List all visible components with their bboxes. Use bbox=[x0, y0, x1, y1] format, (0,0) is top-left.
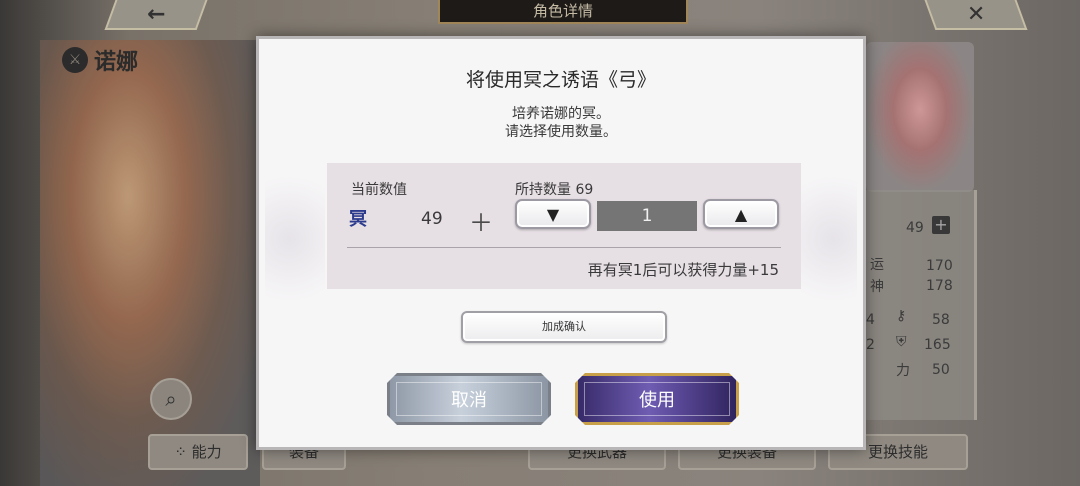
result-preview-text: 再有冥1后可以获得力量+15 bbox=[587, 261, 779, 279]
cancel-button[interactable]: 取消 bbox=[387, 373, 551, 425]
held-quantity-label: 所持数量 69 bbox=[515, 182, 594, 198]
quantity-panel: 当前数值 所持数量 69 冥 49 ＋ ▼ 1 ▲ 再有冥1后可以获得力量+15 bbox=[327, 163, 801, 289]
decrease-button[interactable]: ▼ bbox=[515, 199, 591, 229]
dialog-decoration-left bbox=[265, 139, 325, 339]
use-button[interactable]: 使用 bbox=[575, 373, 739, 425]
divider bbox=[347, 247, 781, 248]
triangle-up-icon: ▲ bbox=[734, 204, 748, 224]
increase-button[interactable]: ▲ bbox=[703, 199, 779, 229]
quantity-field[interactable]: 1 bbox=[597, 201, 697, 231]
stat-symbol-icon: 冥 bbox=[349, 209, 367, 230]
plus-sign: ＋ bbox=[469, 209, 493, 237]
dialog-title: 将使用冥之诱语《弓》 bbox=[465, 69, 656, 91]
bonus-confirm-button[interactable]: 加成确认 bbox=[461, 311, 667, 343]
current-value-label: 当前数值 bbox=[351, 182, 407, 198]
current-value: 49 bbox=[421, 209, 443, 229]
dialog-decoration-right bbox=[797, 139, 857, 339]
dialog-description-line1: 培养诺娜的冥。 bbox=[512, 106, 610, 122]
cancel-button-frame bbox=[396, 382, 542, 416]
use-button-frame bbox=[584, 382, 730, 416]
use-item-dialog: 将使用冥之诱语《弓》 培养诺娜的冥。 请选择使用数量。 当前数值 所持数量 69… bbox=[256, 36, 866, 450]
dialog-description-line2: 请选择使用数量。 bbox=[505, 124, 617, 140]
triangle-down-icon: ▼ bbox=[546, 204, 560, 224]
